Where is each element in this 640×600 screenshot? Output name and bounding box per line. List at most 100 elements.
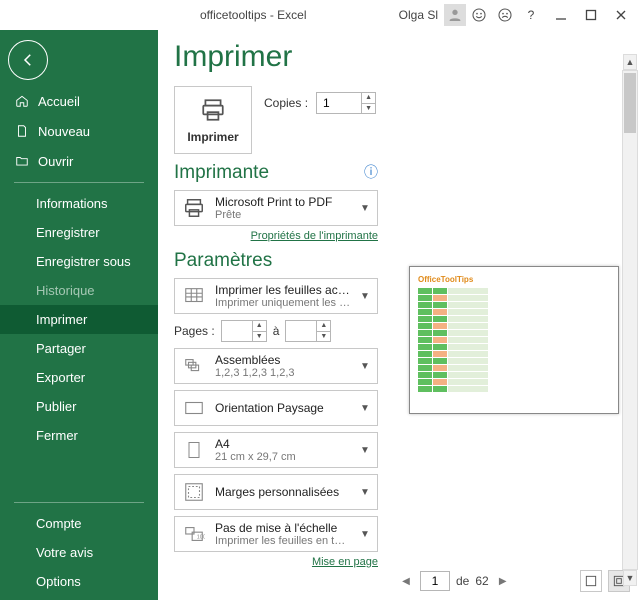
chevron-down-icon: ▼ (359, 361, 371, 372)
preview-content (418, 288, 610, 392)
spin-up-icon[interactable]: ▲ (253, 321, 266, 332)
chevron-down-icon: ▼ (359, 529, 371, 540)
print-settings-pane: Imprimer Imprimer Copies : ▲▼ (158, 30, 388, 600)
close-button[interactable] (608, 2, 634, 28)
printer-icon (181, 195, 207, 221)
sidebar-item-label: Votre avis (36, 545, 93, 560)
sidebar-item-new[interactable]: Nouveau (0, 116, 158, 146)
chevron-down-icon: ▼ (359, 403, 371, 414)
user-area[interactable]: Olga Sl (399, 4, 466, 26)
pages-from-spinner[interactable]: ▲▼ (221, 320, 267, 342)
sidebar-separator (14, 182, 144, 183)
orientation-dropdown[interactable]: Orientation Paysage ▼ (174, 390, 378, 426)
printer-properties-link[interactable]: Propriétés de l'imprimante (251, 230, 378, 242)
printer-dropdown[interactable]: Microsoft Print to PDFPrête ▼ (174, 190, 378, 226)
printer-name: Microsoft Print to PDF (215, 195, 351, 209)
sidebar-item-label: Fermer (36, 428, 78, 443)
titlebar: officetooltips - Excel Olga Sl ? (0, 0, 640, 30)
dropdown-title: Pas de mise à l'échelle (215, 521, 351, 535)
sidebar-item-share[interactable]: Partager (0, 334, 158, 363)
next-page-button[interactable]: ▶ (495, 573, 511, 589)
printer-icon (198, 97, 228, 126)
sidebar-item-open[interactable]: Ouvrir (0, 146, 158, 176)
copies-label: Copies : (264, 96, 308, 110)
dropdown-title: Imprimer les feuilles actives (215, 283, 351, 297)
printer-status: Prête (215, 209, 351, 221)
page-icon (181, 437, 207, 463)
scroll-thumb[interactable] (624, 73, 636, 133)
pages-to-label: à (273, 324, 280, 338)
sidebar-item-label: Enregistrer (36, 225, 100, 240)
dropdown-title: Assemblées (215, 353, 351, 367)
collate-dropdown[interactable]: Assemblées1,2,3 1,2,3 1,2,3 ▼ (174, 348, 378, 384)
sidebar-item-label: Informations (36, 196, 108, 211)
chevron-down-icon: ▼ (359, 445, 371, 456)
sidebar-item-options[interactable]: Options (0, 567, 158, 596)
copies-input[interactable] (317, 93, 361, 113)
sidebar-item-label: Compte (36, 516, 82, 531)
dropdown-sub: Imprimer uniquement les fe… (215, 297, 351, 309)
sidebar-item-print[interactable]: Imprimer (0, 305, 158, 334)
sidebar-item-info[interactable]: Informations (0, 189, 158, 218)
sidebar-item-label: Ouvrir (38, 154, 73, 169)
page-setup-link[interactable]: Mise en page (312, 556, 378, 568)
spin-up-icon[interactable]: ▲ (362, 93, 375, 104)
back-button[interactable] (8, 40, 48, 80)
backstage-sidebar: Accueil Nouveau Ouvrir Informations Enre… (0, 30, 158, 600)
scaling-dropdown[interactable]: 100 Pas de mise à l'échelleImprimer les … (174, 516, 378, 552)
user-name: Olga Sl (399, 8, 438, 22)
spin-up-icon[interactable]: ▲ (317, 321, 330, 332)
sidebar-item-publish[interactable]: Publier (0, 392, 158, 421)
maximize-button[interactable] (578, 2, 604, 28)
dropdown-sub: 21 cm x 29,7 cm (215, 451, 351, 463)
scroll-up-icon[interactable]: ▲ (623, 54, 637, 70)
show-margins-button[interactable] (580, 570, 602, 592)
sidebar-item-label: Historique (36, 283, 95, 298)
sidebar-item-label: Publier (36, 399, 76, 414)
spin-down-icon[interactable]: ▼ (362, 104, 375, 114)
preview-scrollbar[interactable]: ▲ ▼ (622, 70, 638, 570)
pages-to-spinner[interactable]: ▲▼ (285, 320, 331, 342)
feedback-sad-icon[interactable] (492, 2, 518, 28)
pages-from-input[interactable] (222, 321, 252, 341)
prev-page-button[interactable]: ◀ (398, 573, 414, 589)
sidebar-item-feedback[interactable]: Votre avis (0, 538, 158, 567)
sidebar-item-label: Nouveau (38, 124, 90, 139)
minimize-button[interactable] (548, 2, 574, 28)
print-scope-dropdown[interactable]: Imprimer les feuilles activesImprimer un… (174, 278, 378, 314)
margins-icon (181, 479, 207, 505)
chevron-down-icon: ▼ (359, 203, 371, 214)
user-avatar-icon (444, 4, 466, 26)
new-icon (14, 123, 30, 139)
sidebar-item-close[interactable]: Fermer (0, 421, 158, 450)
preview-doc-title: OfficeToolTips (418, 275, 610, 284)
scroll-down-icon[interactable]: ▼ (623, 570, 637, 586)
margins-dropdown[interactable]: Marges personnalisées ▼ (174, 474, 378, 510)
feedback-happy-icon[interactable] (466, 2, 492, 28)
spin-down-icon[interactable]: ▼ (253, 332, 266, 342)
home-icon (14, 93, 30, 109)
dropdown-sub: 1,2,3 1,2,3 1,2,3 (215, 367, 351, 379)
paper-size-dropdown[interactable]: A421 cm x 29,7 cm ▼ (174, 432, 378, 468)
print-button[interactable]: Imprimer (174, 86, 252, 154)
scaling-icon: 100 (181, 521, 207, 547)
sidebar-separator (14, 502, 144, 503)
copies-spinner[interactable]: ▲▼ (316, 92, 376, 114)
svg-text:100: 100 (197, 535, 205, 541)
sidebar-item-label: Enregistrer sous (36, 254, 131, 269)
collate-icon (181, 353, 207, 379)
sidebar-item-account[interactable]: Compte (0, 509, 158, 538)
pages-to-input[interactable] (286, 321, 316, 341)
current-page-input[interactable] (420, 571, 450, 591)
sidebar-item-save[interactable]: Enregistrer (0, 218, 158, 247)
printer-info-icon[interactable]: ⓘ (364, 162, 378, 182)
spin-down-icon[interactable]: ▼ (317, 332, 330, 342)
page-total: 62 (475, 574, 488, 588)
help-icon[interactable]: ? (518, 2, 544, 28)
dropdown-title: Orientation Paysage (215, 401, 351, 415)
sidebar-item-label: Accueil (38, 94, 80, 109)
sidebar-item-saveas[interactable]: Enregistrer sous (0, 247, 158, 276)
sidebar-item-export[interactable]: Exporter (0, 363, 158, 392)
sidebar-item-home[interactable]: Accueil (0, 86, 158, 116)
settings-heading: Paramètres (174, 250, 378, 272)
